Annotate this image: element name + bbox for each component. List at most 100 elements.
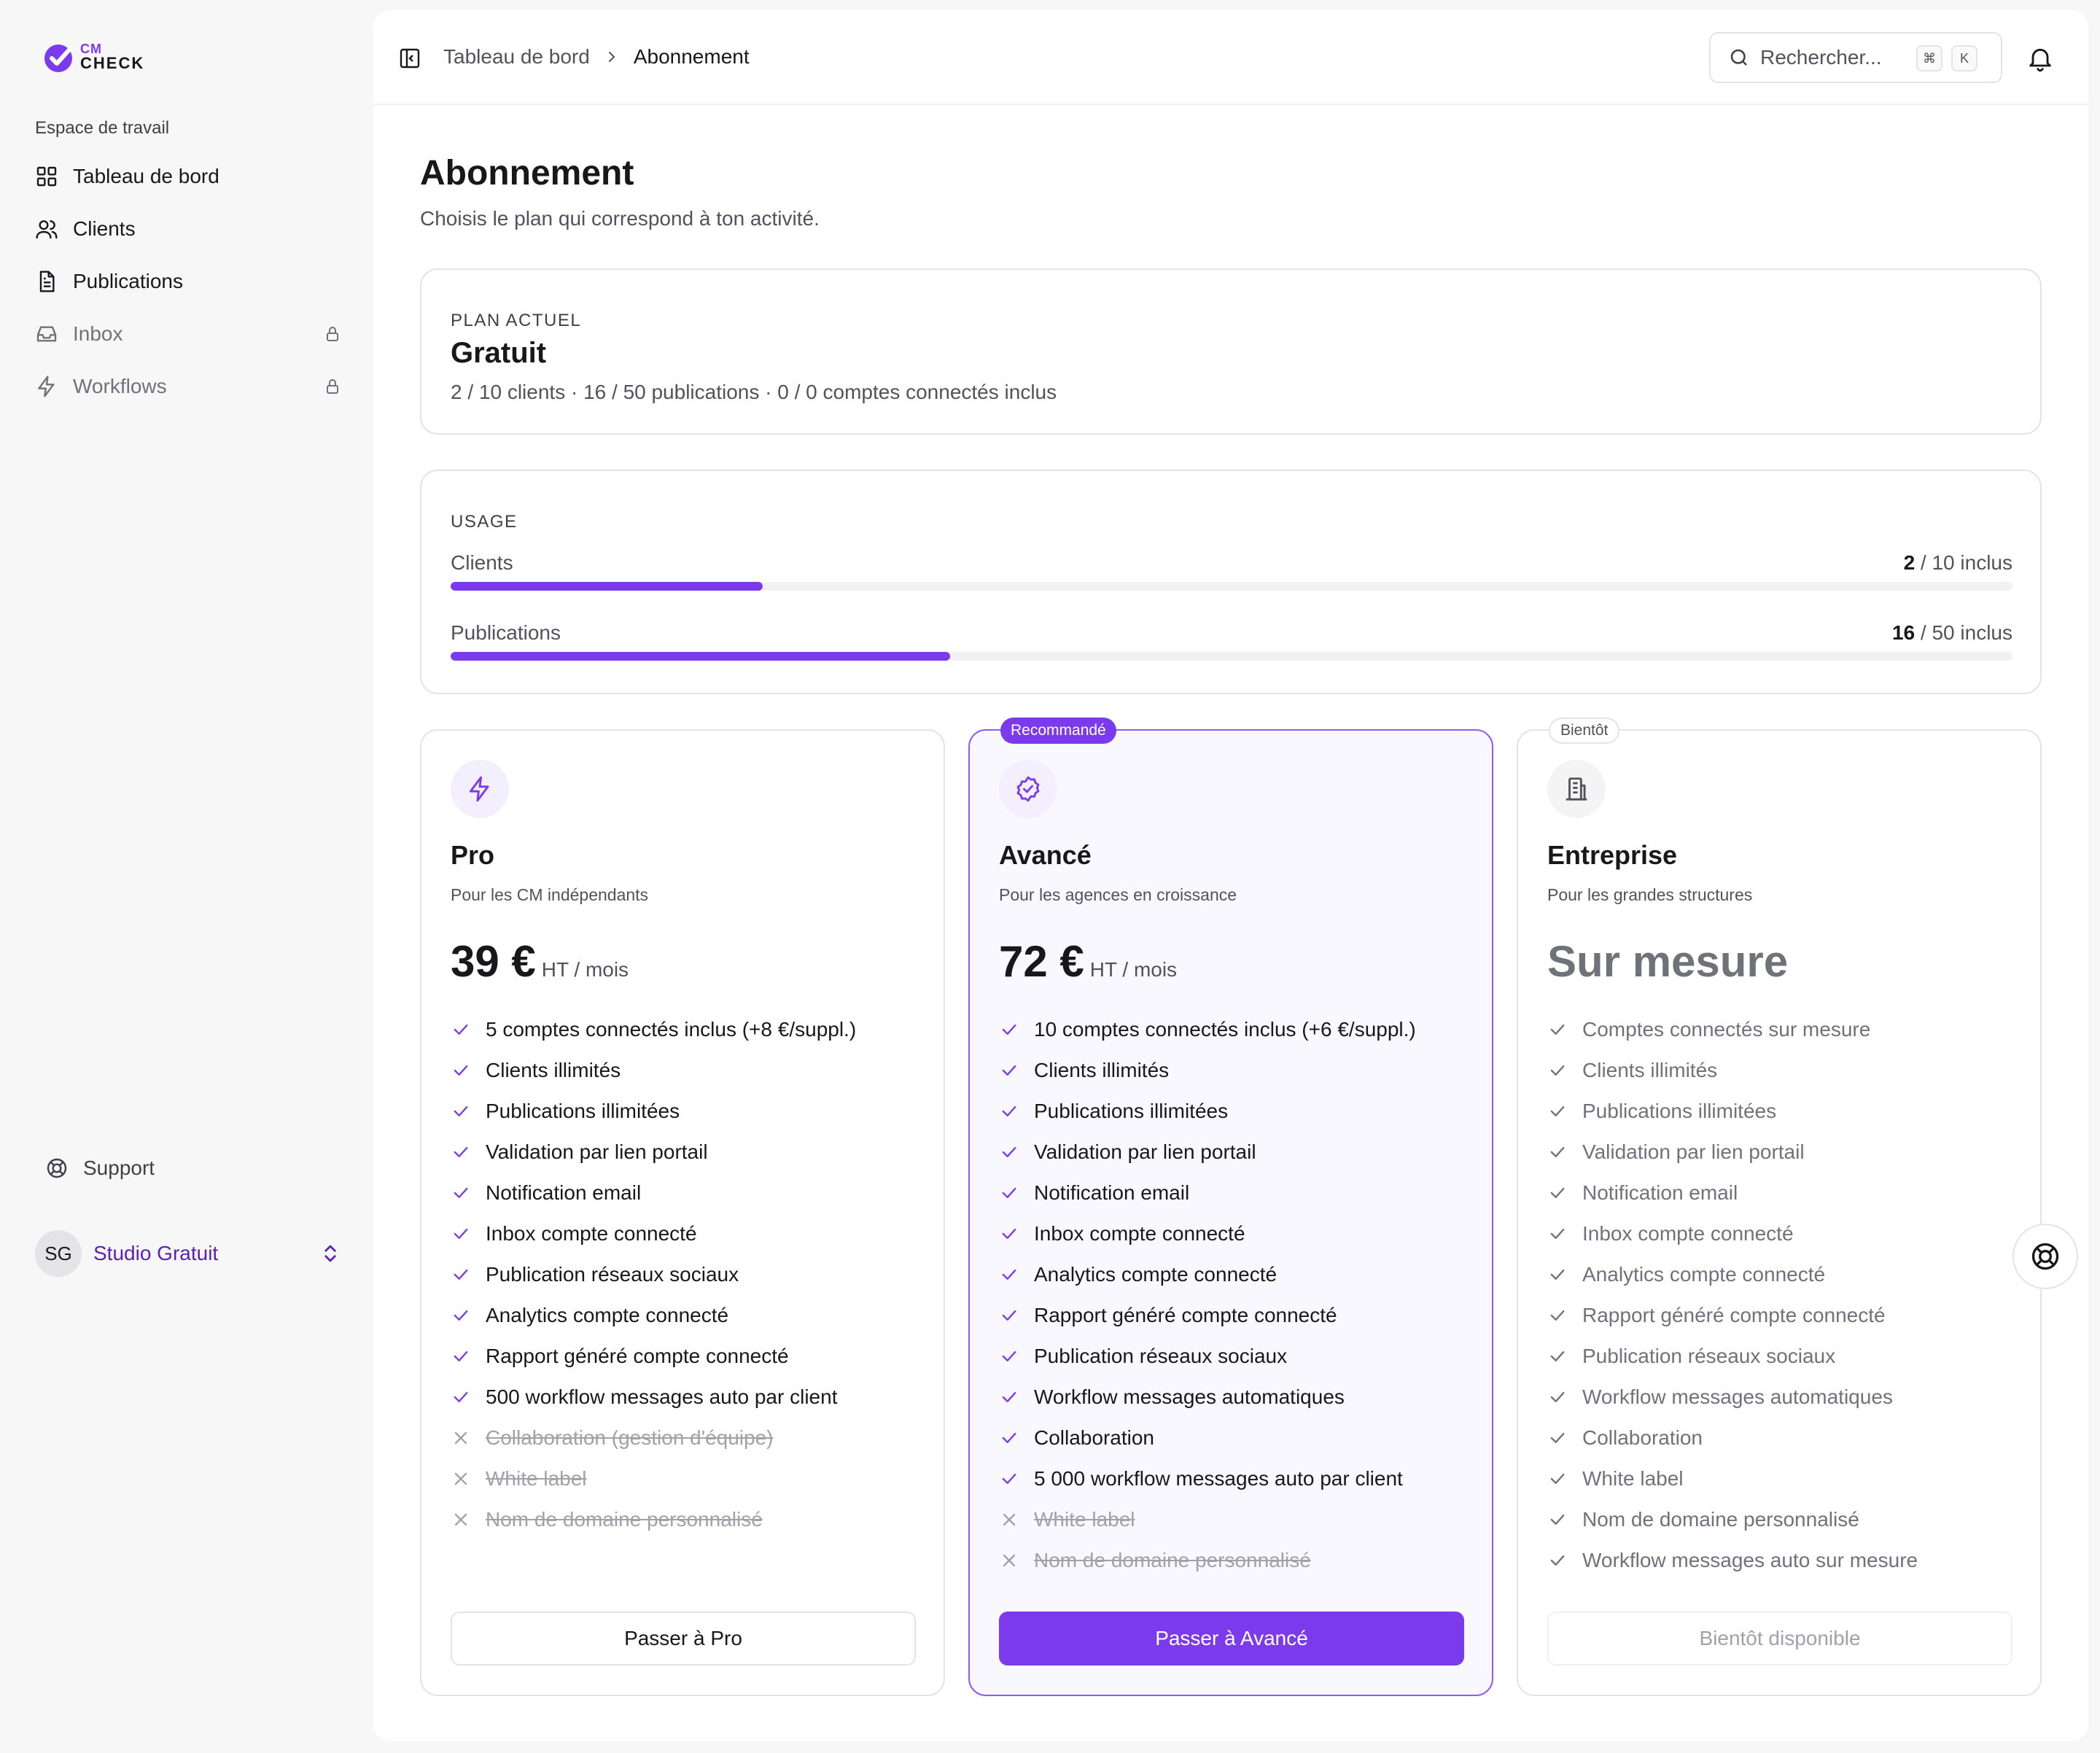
search-placeholder: Rechercher... <box>1760 46 1882 69</box>
breadcrumb-dashboard[interactable]: Tableau de bord <box>443 45 590 69</box>
feature-item: Analytics compte connecté <box>999 1263 1480 1304</box>
usage-card: USAGE Clients 2 / 10 inclus Publications… <box>420 470 2042 694</box>
plan-description: Pour les agences en croissance <box>999 885 1237 904</box>
feature-text: Notification email <box>1034 1181 1190 1204</box>
sidebar-item-publications[interactable]: Publications <box>35 255 341 308</box>
feature-item: Analytics compte connecté <box>1547 1263 2029 1304</box>
main-panel: Tableau de bord Abonnement Rechercher...… <box>373 10 2088 1741</box>
feature-item: Validation par lien portail <box>999 1140 1480 1181</box>
feature-text: Publication réseaux sociaux <box>486 1263 739 1286</box>
feature-item: Publications illimitées <box>1547 1100 2029 1140</box>
current-plan-eyebrow: PLAN ACTUEL <box>451 311 582 330</box>
feature-text: 5 000 workflow messages auto par client <box>1034 1467 1403 1490</box>
workspace-section-label: Espace de travail <box>35 118 170 138</box>
plan-name: Entreprise <box>1547 840 1678 870</box>
feature-item: Workflow messages auto sur mesure <box>1547 1549 2029 1590</box>
feature-item: Inbox compte connecté <box>999 1222 1480 1263</box>
feature-item: Validation par lien portail <box>1547 1140 2029 1181</box>
coming-soon-badge: Bientôt <box>1549 718 1620 744</box>
sidebar-item-clients[interactable]: Clients <box>35 203 341 255</box>
feature-text: Workflow messages automatiques <box>1582 1385 1893 1408</box>
recommended-badge: Recommandé <box>1000 718 1116 744</box>
price-period: HT / mois <box>541 958 629 981</box>
plan-price: 39 € HT / mois <box>451 936 629 987</box>
logo-check-icon <box>44 44 72 72</box>
breadcrumb-current: Abonnement <box>633 45 750 68</box>
feature-item: Collaboration <box>999 1426 1480 1467</box>
usage-value: 16 / 50 inclus <box>1891 621 2012 644</box>
check-icon <box>999 1224 1019 1244</box>
feature-list: Comptes connectés sur mesure Clients illi… <box>1547 1018 2029 1590</box>
check-icon <box>1547 1550 1568 1571</box>
check-icon <box>451 1101 471 1122</box>
feature-text: Workflow messages automatiques <box>1034 1385 1345 1408</box>
price-period: HT / mois <box>1089 958 1178 981</box>
check-icon <box>1547 1101 1568 1122</box>
feature-text: Analytics compte connecté <box>1582 1263 1826 1286</box>
sidebar-toggle-icon[interactable] <box>398 47 421 70</box>
feature-text: Publications illimitées <box>1582 1100 1777 1122</box>
usage-value: 2 / 10 inclus <box>1903 551 2012 574</box>
plan-price: 72 € HT / mois <box>999 936 1177 987</box>
check-icon <box>1547 1387 1568 1407</box>
feature-text: 10 comptes connectés inclus (+6 €/suppl.… <box>1034 1018 1416 1041</box>
feature-item: Inbox compte connecté <box>1547 1222 2029 1263</box>
feature-item: Workflow messages automatiques <box>1547 1385 2029 1426</box>
feature-item: Clients illimités <box>1547 1059 2029 1100</box>
sidebar-item-label: Clients <box>73 217 136 240</box>
feature-item: White label <box>1547 1467 2029 1508</box>
feature-item: Validation par lien portail <box>451 1140 932 1181</box>
check-icon <box>999 1346 1019 1367</box>
feature-item: Publications illimitées <box>451 1100 932 1140</box>
sidebar-item-dashboard[interactable]: Tableau de bord <box>35 150 341 203</box>
feature-text: Collaboration <box>1582 1426 1703 1449</box>
feature-item: Notification email <box>451 1181 932 1222</box>
check-icon <box>1547 1509 1568 1530</box>
feature-item: 5 000 workflow messages auto par client <box>999 1467 1480 1508</box>
users-icon <box>35 217 58 241</box>
feature-text: Nom de domaine personnalisé <box>1034 1549 1311 1571</box>
search-input[interactable]: Rechercher... ⌘ K <box>1709 32 2002 83</box>
feature-text: Collaboration <box>1034 1426 1154 1449</box>
account-switcher[interactable]: SG Studio Gratuit <box>35 1229 341 1278</box>
feature-text: Validation par lien portail <box>1034 1140 1256 1163</box>
check-icon <box>1547 1346 1568 1367</box>
usage-label: Publications <box>451 621 561 644</box>
feature-text: Nom de domaine personnalisé <box>1582 1508 1859 1531</box>
price-amount: 72 € <box>999 937 1084 986</box>
sidebar-item-inbox[interactable]: Inbox <box>35 308 341 360</box>
feature-item: Publications illimitées <box>999 1100 1480 1140</box>
check-icon <box>999 1183 1019 1203</box>
usage-progress-bar <box>451 582 2012 591</box>
breadcrumb: Tableau de bord Abonnement <box>443 45 750 69</box>
feature-text: Validation par lien portail <box>1582 1140 1805 1163</box>
upgrade-avance-button[interactable]: Passer à Avancé <box>999 1612 1464 1665</box>
check-icon <box>999 1060 1019 1081</box>
building-icon <box>1547 760 1606 818</box>
help-lifebuoy-icon[interactable] <box>2012 1224 2078 1289</box>
feature-text: Collaboration (gestion d'équipe) <box>486 1426 774 1449</box>
x-icon <box>999 1550 1019 1571</box>
support-link[interactable]: Support <box>45 1157 155 1180</box>
check-icon <box>451 1305 471 1326</box>
feature-text: Clients illimités <box>1034 1059 1170 1081</box>
notifications-bell-icon[interactable] <box>2026 44 2055 73</box>
check-icon <box>451 1224 471 1244</box>
check-icon <box>451 1183 471 1203</box>
upgrade-pro-button[interactable]: Passer à Pro <box>451 1612 916 1665</box>
badge-check-icon <box>999 760 1057 818</box>
feature-text: Inbox compte connecté <box>1034 1222 1245 1245</box>
check-icon <box>451 1142 471 1162</box>
feature-text: Clients illimités <box>1582 1059 1718 1081</box>
price-amount: Sur mesure <box>1547 937 1789 986</box>
feature-item: Publication réseaux sociaux <box>1547 1345 2029 1385</box>
brand-logo[interactable]: CM CHECK <box>42 39 144 74</box>
feature-item: Comptes connectés sur mesure <box>1547 1018 2029 1059</box>
plan-card-pro: Pro Pour les CM indépendants 39 € HT / m… <box>420 729 945 1696</box>
usage-progress-fill <box>451 652 951 661</box>
feature-item: 500 workflow messages auto par client <box>451 1385 932 1426</box>
feature-item: White label <box>451 1467 932 1508</box>
feature-item: Rapport généré compte connecté <box>1547 1304 2029 1345</box>
feature-text: Publications illimitées <box>486 1100 680 1122</box>
sidebar-item-workflows[interactable]: Workflows <box>35 360 341 413</box>
